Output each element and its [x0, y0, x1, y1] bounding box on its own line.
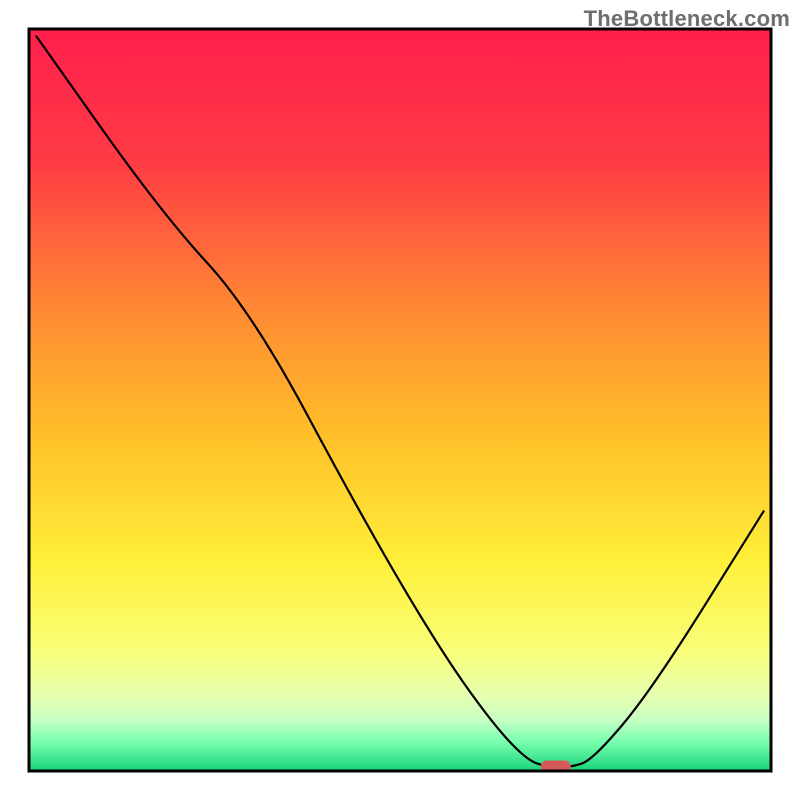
- watermark-label: TheBottleneck.com: [584, 6, 790, 32]
- gradient-background: [29, 29, 771, 771]
- chart-container: TheBottleneck.com: [0, 0, 800, 800]
- bottleneck-chart: [0, 0, 800, 800]
- plot-area: [29, 29, 771, 773]
